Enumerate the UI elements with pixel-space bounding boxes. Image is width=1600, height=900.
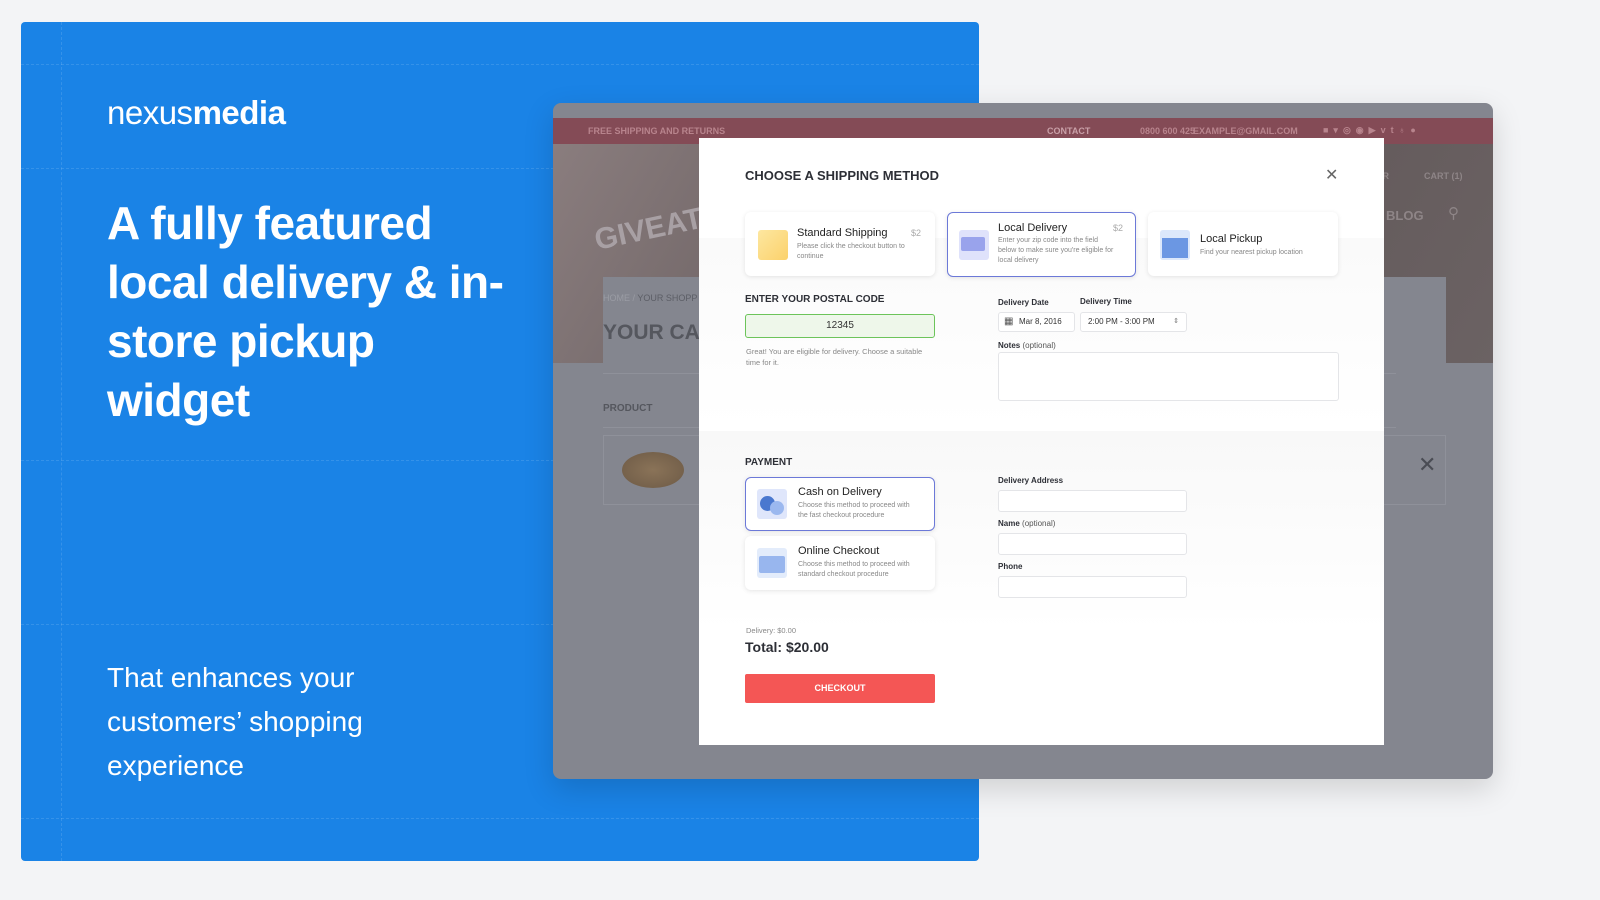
calendar-icon: ▦ xyxy=(1004,316,1014,327)
postal-code-input[interactable]: 12345 xyxy=(745,314,935,338)
phone-label: Phone xyxy=(998,562,1023,571)
option-title: Standard Shipping xyxy=(797,227,888,239)
option-price: $2 xyxy=(1113,223,1124,233)
option-price: $2 xyxy=(911,228,922,238)
shipping-modal: CHOOSE A SHIPPING METHOD ✕ Standard Ship… xyxy=(699,138,1384,745)
headline: A fully featured local delivery & in-sto… xyxy=(107,197,504,426)
email-link[interactable]: EXAMPLE@GMAIL.COM xyxy=(1193,126,1298,136)
product-header: PRODUCT xyxy=(603,403,653,414)
phone-input[interactable] xyxy=(998,576,1187,598)
option-title: Cash on Delivery xyxy=(798,486,882,498)
option-title: Local Delivery xyxy=(998,222,1068,234)
cart-link[interactable]: CART (1) xyxy=(1424,171,1463,181)
nexusmedia-logo: nexusmedia xyxy=(107,94,286,131)
time-value: 2:00 PM - 3:00 PM xyxy=(1088,317,1155,326)
social-icons[interactable]: ■▾◎◉▶vt♁● xyxy=(1323,125,1421,136)
notes-textarea[interactable] xyxy=(998,352,1339,401)
time-select[interactable]: 2:00 PM - 3:00 PM ⇕ xyxy=(1080,312,1187,332)
option-desc: Please click the checkout button to cont… xyxy=(797,243,905,260)
shipping-option-local-delivery[interactable]: Local Delivery Enter your zip code into … xyxy=(947,212,1136,277)
payment-option-online[interactable]: Online Checkout Choose this method to pr… xyxy=(745,536,935,590)
delivery-fee: Delivery: $0.00 xyxy=(746,626,797,635)
search-icon[interactable]: ⚲ xyxy=(1448,204,1459,222)
payment-option-cash[interactable]: Cash on Delivery Choose this method to p… xyxy=(745,477,935,531)
phone-text: 0800 600 425 xyxy=(1140,126,1196,136)
option-title: Online Checkout xyxy=(798,545,880,557)
free-shipping-text: FREE SHIPPING AND RETURNS xyxy=(588,126,726,136)
time-label: Delivery Time xyxy=(1080,297,1132,306)
subheadline: That enhances your customers’ shopping e… xyxy=(107,662,363,781)
breadcrumb-home[interactable]: HOME xyxy=(603,293,630,303)
order-total: Total: $20.00 xyxy=(745,639,829,655)
coins-icon xyxy=(757,489,787,519)
modal-title: CHOOSE A SHIPPING METHOD xyxy=(745,168,940,183)
date-label: Delivery Date xyxy=(998,298,1049,307)
shipping-option-local-pickup[interactable]: Local Pickup Find your nearest pickup lo… xyxy=(1148,212,1338,276)
name-input[interactable] xyxy=(998,533,1187,555)
breadcrumb-current: YOUR SHOPP xyxy=(637,293,698,303)
contact-link[interactable]: CONTACT xyxy=(1047,126,1090,136)
remove-item-icon[interactable]: ✕ xyxy=(1418,452,1436,478)
truck-icon xyxy=(959,230,989,260)
option-title: Local Pickup xyxy=(1200,233,1263,245)
store-icon xyxy=(1160,230,1190,260)
postal-message: Great! You are eligible for delivery. Ch… xyxy=(746,347,923,367)
option-desc: Find your nearest pickup location xyxy=(1200,249,1303,256)
option-desc: Choose this method to proceed with the f… xyxy=(798,502,910,519)
postal-heading: ENTER YOUR POSTAL CODE xyxy=(745,294,885,305)
blog-link[interactable]: BLOG xyxy=(1386,208,1424,223)
credit-card-icon xyxy=(757,548,787,578)
payment-heading: PAYMENT xyxy=(745,457,793,468)
date-value: Mar 8, 2016 xyxy=(1019,317,1062,326)
address-label: Delivery Address xyxy=(998,476,1064,485)
shipping-option-standard[interactable]: Standard Shipping Please click the check… xyxy=(745,212,935,276)
breadcrumb-sep: / xyxy=(632,293,636,303)
option-desc: Enter your zip code into the field below… xyxy=(998,237,1114,264)
notes-label: Notes (optional) xyxy=(998,341,1056,350)
cookie-image xyxy=(622,452,684,488)
date-input[interactable]: ▦ Mar 8, 2016 xyxy=(998,312,1075,332)
box-icon xyxy=(758,230,788,260)
name-label: Name (optional) xyxy=(998,519,1056,528)
option-desc: Choose this method to proceed with stand… xyxy=(798,561,910,578)
address-input[interactable] xyxy=(998,490,1187,512)
close-icon[interactable]: ✕ xyxy=(1325,165,1338,185)
checkout-button[interactable]: CHECKOUT xyxy=(745,674,935,703)
select-arrows-icon: ⇕ xyxy=(1173,318,1179,325)
